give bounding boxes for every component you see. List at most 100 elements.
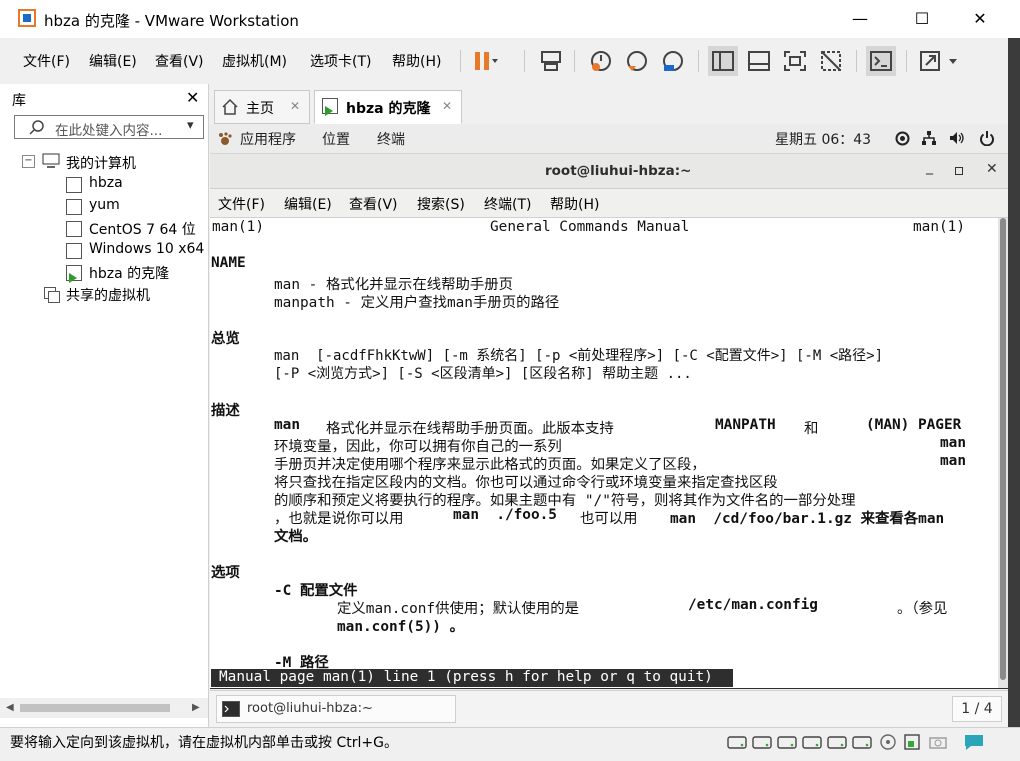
tab-home-label: 主页 <box>246 101 274 117</box>
pause-icon[interactable] <box>468 46 498 76</box>
gnome-clock[interactable]: 星期五 06：43 <box>775 129 871 149</box>
terminal-close-icon[interactable]: ✕ <box>986 161 998 177</box>
tree-vm-hbza[interactable]: hbza <box>89 175 123 191</box>
man-header-left: man(1) <box>212 219 264 235</box>
scrollbar-thumb[interactable] <box>1000 218 1006 680</box>
vm-running-icon <box>66 265 84 287</box>
man-text-line: 和 <box>804 421 819 437</box>
man-text-line: man ./foo.5 <box>453 507 557 523</box>
send-ctrl-alt-del-icon[interactable] <box>536 46 566 76</box>
library-close-button[interactable]: ✕ <box>186 88 199 107</box>
man-text-line: man.conf(5)) 。 <box>337 619 465 635</box>
message-log-icon[interactable] <box>963 732 985 756</box>
menu-vm[interactable]: 虚拟机(M) <box>222 51 287 71</box>
terminal-content[interactable]: man(1) General Commands Manual man(1) NA… <box>210 218 998 688</box>
terminal-title: root@liuhui-hbza:~ <box>545 163 692 179</box>
tab-close-icon[interactable]: ✕ <box>442 99 452 113</box>
menu-toolbar: 文件(F) 编辑(E) 查看(V) 虚拟机(M) 选项卡(T) 帮助(H) <box>0 38 1010 84</box>
tree-shared-vms[interactable]: 共享的虚拟机 <box>66 285 150 305</box>
man-text-line: MANPATH <box>715 417 776 433</box>
menu-help[interactable]: 帮助(H) <box>392 51 441 71</box>
accessibility-icon[interactable] <box>895 131 910 150</box>
terminal-menu-file[interactable]: 文件(F) <box>218 194 265 214</box>
terminal-menu-terminal[interactable]: 终端(T) <box>484 194 531 214</box>
minimize-button[interactable]: — <box>837 0 883 38</box>
full-screen-icon[interactable] <box>780 46 810 76</box>
gnome-terminal-menu[interactable]: 终端 <box>377 129 405 149</box>
snapshot-icon[interactable] <box>586 46 616 76</box>
tab-close-icon[interactable]: ✕ <box>290 99 300 113</box>
library-search-input[interactable]: 在此处键入内容... ▾ <box>14 115 204 139</box>
man-text-line: 文档。 <box>274 529 318 545</box>
power-icon[interactable] <box>979 130 995 150</box>
terminal-menu-view[interactable]: 查看(V) <box>349 194 398 214</box>
man-text-line: [-P <浏览方式>] [-S <区段清单>] [区段名称] 帮助主题 ... <box>274 366 692 382</box>
show-library-icon[interactable] <box>708 46 738 76</box>
title-bar: hbza 的克隆 - VMware Workstation — ☐ ✕ <box>0 0 1020 38</box>
thumbnail-bar-icon[interactable] <box>744 46 774 76</box>
search-placeholder: 在此处键入内容... <box>55 123 163 139</box>
console-view-icon[interactable] <box>866 46 896 76</box>
gnome-window-list: root@liuhui-hbza:~ 1 / 4 <box>210 690 1008 728</box>
terminal-scrollbar[interactable] <box>998 218 1008 688</box>
menu-tabs[interactable]: 选项卡(T) <box>310 51 371 71</box>
printer-icon[interactable] <box>928 733 948 755</box>
man-status-line: Manual page man(1) line 1 (press h for h… <box>211 669 733 687</box>
toolbar-separator <box>460 50 461 72</box>
workspace-pager[interactable]: 1 / 4 <box>952 696 1002 722</box>
library-h-scrollbar[interactable]: ◀ ▶ <box>0 698 208 718</box>
scrollbar-thumb[interactable] <box>20 704 170 712</box>
scroll-left-icon[interactable]: ◀ <box>6 702 14 713</box>
network-icon[interactable] <box>921 130 937 150</box>
cd-drive-icon[interactable] <box>802 733 822 755</box>
gnome-applications-menu[interactable]: 应用程序 <box>240 129 296 149</box>
status-message: 要将输入定向到该虚拟机，请在虚拟机内部单击或按 Ctrl+G。 <box>10 735 398 751</box>
terminal-icon <box>222 701 240 721</box>
tree-vm-yum[interactable]: yum <box>89 197 120 213</box>
tab-hbza-clone[interactable]: hbza 的克隆 ✕ <box>314 90 462 124</box>
gnome-places-menu[interactable]: 位置 <box>322 129 350 149</box>
terminal-menu-help[interactable]: 帮助(H) <box>550 194 599 214</box>
close-button[interactable]: ✕ <box>957 0 1003 38</box>
terminal-title-bar[interactable]: root@liuhui-hbza:~ _ ✕ <box>210 154 1008 189</box>
man-text-line: man <box>940 453 966 469</box>
library-title: 库 <box>12 93 26 109</box>
vm-icon <box>66 177 82 193</box>
terminal-menu-edit[interactable]: 编辑(E) <box>284 194 332 214</box>
unity-mode-icon[interactable] <box>816 46 846 76</box>
maximize-button[interactable]: ☐ <box>899 0 945 38</box>
stretch-guest-icon[interactable] <box>916 46 962 76</box>
collapse-icon[interactable]: − <box>22 155 35 168</box>
man-text-line: man /cd/foo/bar.1.gz 来查看各man <box>670 511 945 527</box>
tree-my-computer[interactable]: 我的计算机 <box>66 153 136 173</box>
man-text-line: manpath - 定义用户查找man手册页的路径 <box>274 295 560 311</box>
tree-vm-centos[interactable]: CentOS 7 64 位 <box>89 219 196 239</box>
vm-icon <box>66 199 82 215</box>
volume-icon[interactable] <box>949 130 965 150</box>
revert-snapshot-icon[interactable] <box>622 46 652 76</box>
menu-edit[interactable]: 编辑(E) <box>89 51 137 71</box>
tab-home[interactable]: 主页 ✕ <box>214 90 310 124</box>
terminal-maximize-icon[interactable] <box>955 167 963 175</box>
cd-drive-icon[interactable] <box>777 733 797 755</box>
tree-vm-hbza-clone[interactable]: hbza 的克隆 <box>89 263 169 283</box>
window-list-item-terminal[interactable]: root@liuhui-hbza:~ <box>216 695 456 723</box>
network-adapter-icon[interactable] <box>852 733 872 755</box>
man-text-line: man <box>274 417 300 433</box>
snapshot-manager-icon[interactable] <box>658 46 688 76</box>
tree-vm-windows10[interactable]: Windows 10 x64 <box>89 241 205 257</box>
window-list-item-label: root@liuhui-hbza:~ <box>247 701 373 716</box>
man-text-line: 也可以用 <box>580 511 638 527</box>
man-text-line: (MAN) PAGER <box>866 417 962 433</box>
terminal-minimize-icon[interactable]: _ <box>926 159 933 175</box>
usb-icon[interactable] <box>879 733 897 755</box>
hard-disk-icon[interactable] <box>727 733 747 755</box>
hard-disk-icon[interactable] <box>752 733 772 755</box>
network-adapter-icon[interactable] <box>827 733 847 755</box>
menu-view[interactable]: 查看(V) <box>155 51 204 71</box>
menu-file[interactable]: 文件(F) <box>23 51 70 71</box>
sound-card-icon[interactable] <box>903 733 921 755</box>
terminal-menu-search[interactable]: 搜索(S) <box>417 194 465 214</box>
scroll-right-icon[interactable]: ▶ <box>192 702 200 713</box>
search-dropdown-icon[interactable]: ▾ <box>187 118 194 133</box>
